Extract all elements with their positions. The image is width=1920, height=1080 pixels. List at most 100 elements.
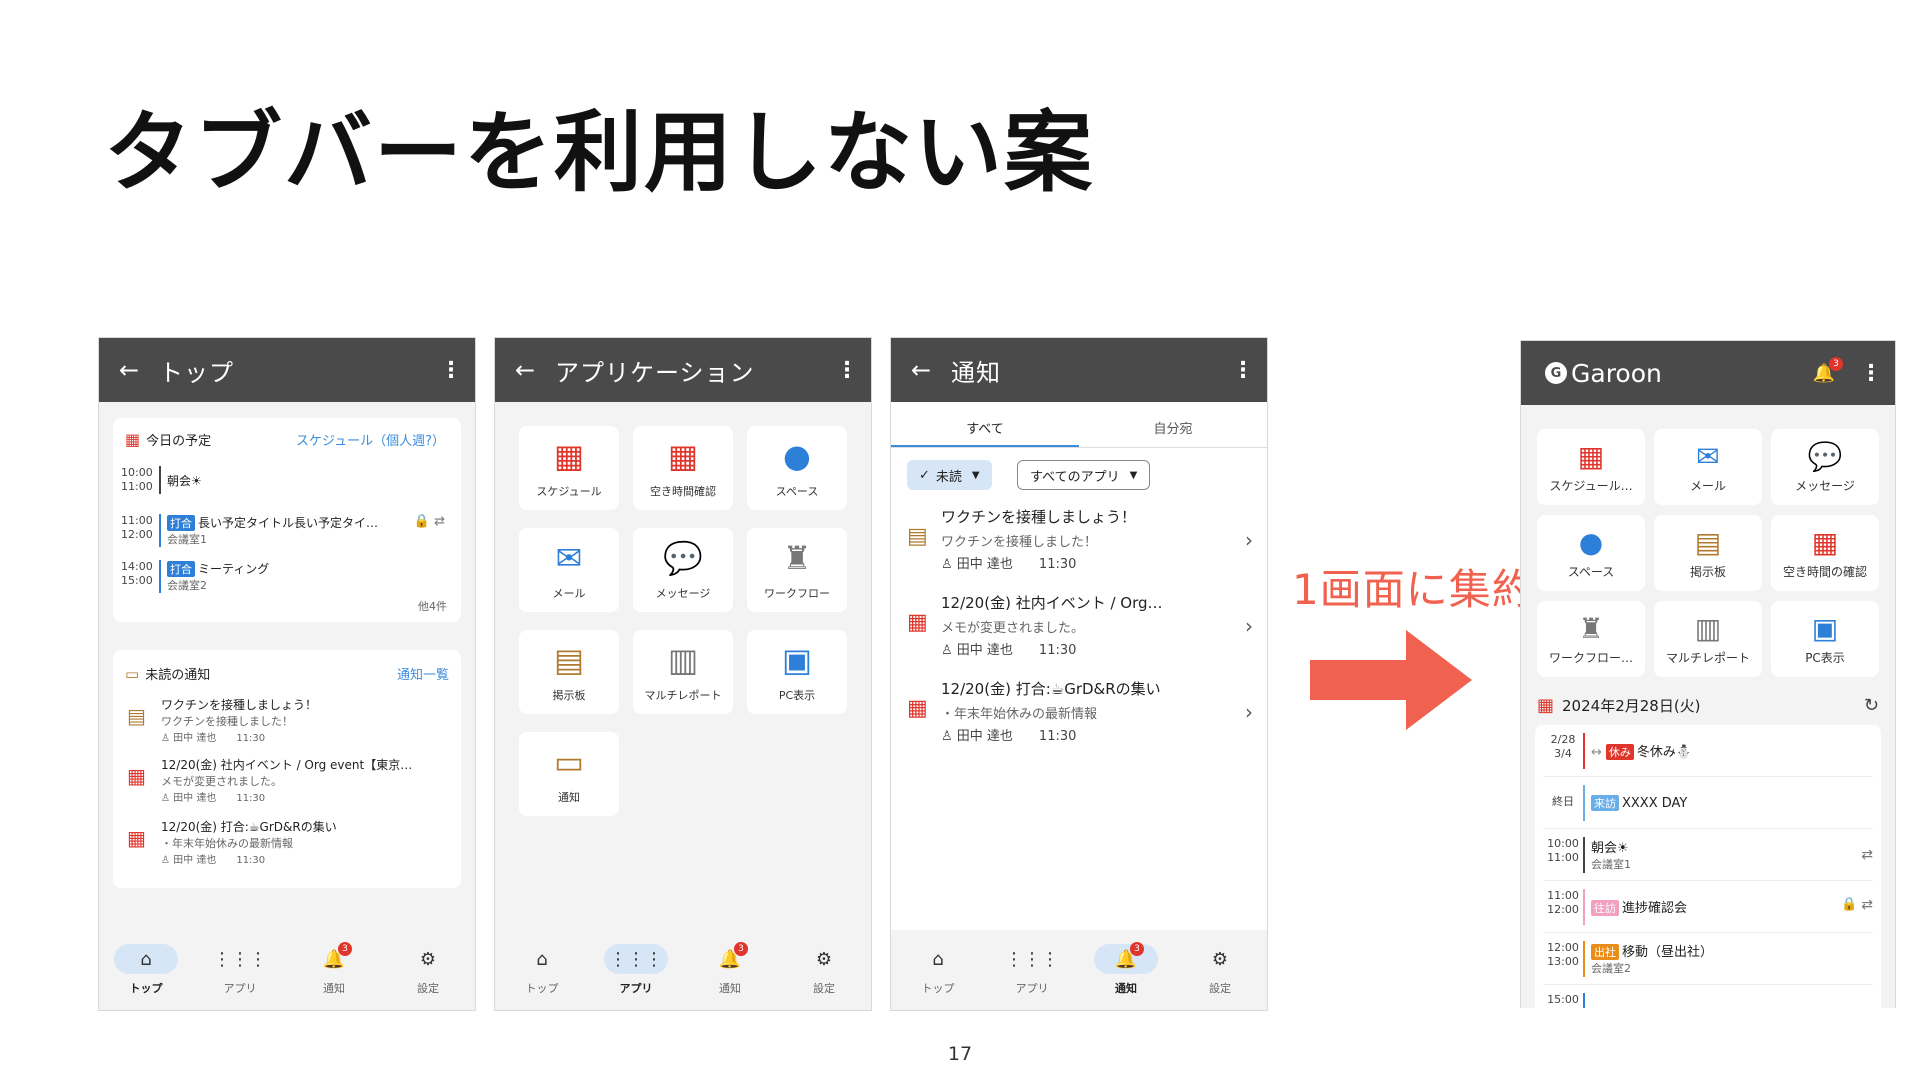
event-place: 会議室2 (167, 579, 207, 592)
more-menu-icon[interactable]: ⋮ (823, 358, 871, 383)
schedule-row[interactable]: 10:00 11:00 朝会☀ 会議室1 ⇄ (1543, 837, 1873, 881)
space-icon: ● (783, 437, 811, 475)
unread-title: 未読の通知 (145, 668, 211, 683)
bell-icon: 🔔 3 (302, 942, 366, 974)
notice-item[interactable]: ▤ ワクチンを接種しましょう！ ワクチンを接種しました！ ♙ 田中 達也 11:… (907, 506, 1253, 576)
screen-applications: ← アプリケーション ⋮ ▦ スケジュール ▦ 空き時間確認 ● スペース ✉ メール … (494, 337, 872, 1011)
nav-top[interactable]: ⌂ トップ (99, 930, 193, 1010)
filter-apps[interactable]: すべてのアプリ ▼ (1017, 460, 1151, 490)
nav-apps[interactable]: ⋮⋮⋮ アプリ (589, 930, 683, 1010)
more-menu-icon[interactable]: ⋮ (1847, 361, 1895, 386)
app-tile-notice[interactable]: ▭ 通知 (519, 732, 619, 816)
repeat-icon: ⇄ (1861, 897, 1873, 913)
app-tile-availability[interactable]: ▦ 空き時間の確認 (1771, 515, 1879, 591)
calendar-icon: ▦ (127, 826, 146, 850)
bulletin-icon: ▤ (553, 641, 585, 679)
schedule-row[interactable]: 2/28 3/4 ↔ 休み 冬休み⛄ (1543, 733, 1873, 777)
message-icon: 💬 (1807, 439, 1843, 473)
back-arrow-icon[interactable]: ← (495, 356, 555, 384)
calendar-icon: ▦ (907, 696, 928, 721)
today-schedule-card: ▦ 今日の予定 スケジュール（個人週?） 10:00 11:00 朝会☀ 11:0… (113, 418, 461, 622)
schedule-row[interactable]: 12:00 13:00 出社 移動（昼出社） 会議室2 (1543, 941, 1873, 985)
person-icon: ♙ (161, 855, 170, 866)
app-tile-workflow[interactable]: ♜ ワークフロー (747, 528, 847, 612)
more-menu-icon[interactable]: ⋮ (427, 358, 475, 383)
bell-icon[interactable]: 🔔 3 (1813, 356, 1843, 384)
app-tile-availability[interactable]: ▦ 空き時間確認 (633, 426, 733, 510)
notice-list-link[interactable]: 通知一覧 (397, 664, 449, 683)
lock-icon: 🔒 (1841, 897, 1858, 912)
app-tile-message[interactable]: 💬 メッセージ (633, 528, 733, 612)
nav-top[interactable]: ⌂ トップ (495, 930, 589, 1010)
schedule-link[interactable]: スケジュール（個人週?） (296, 430, 445, 449)
event-title: 冬休み⛄ (1636, 745, 1693, 760)
nav-settings[interactable]: ⚙ 設定 (381, 930, 475, 1010)
schedule-row[interactable]: 15:00 (1543, 993, 1873, 1008)
app-tile-workflow[interactable]: ♜ ワークフロー… (1537, 601, 1645, 677)
nav-notice[interactable]: 🔔 3 通知 (287, 930, 381, 1010)
bulletin-icon: ▤ (1694, 525, 1722, 559)
nav-top[interactable]: ⌂ トップ (891, 930, 985, 1010)
notice-item[interactable]: ▦ 12/20(金) 打合:☕GrD&Rの集い ・年末年始休みの最新情報 ♙ 田… (127, 818, 451, 866)
schedule-row[interactable]: 14:00 15:00 打合 ミーティング 会議室2 (121, 560, 445, 593)
filter-unread[interactable]: ✓ 未読 ▼ (907, 460, 992, 490)
app-bar-title: 通知 (951, 358, 1001, 387)
app-tile-multireport[interactable]: ▥ マルチレポート (1654, 601, 1762, 677)
refresh-icon[interactable]: ↻ (1864, 695, 1879, 716)
unread-notice-card: ▭ 未読の通知 通知一覧 ▤ ワクチンを接種しましょう！ ワクチンを接種しました… (113, 650, 461, 888)
app-tile-mail[interactable]: ✉ メール (519, 528, 619, 612)
app-tile-space[interactable]: ● スペース (747, 426, 847, 510)
grid-icon: ⋮⋮⋮ (213, 948, 267, 970)
app-bar: ← トップ ⋮ (99, 338, 475, 402)
notice-item[interactable]: ▦ 12/20(金) 打合:☕GrD&Rの集い ・年末年始休みの最新情報 ♙ 田… (907, 678, 1253, 748)
back-arrow-icon[interactable]: ← (99, 356, 159, 384)
chevron-right-icon: › (1245, 700, 1253, 724)
schedule-row[interactable]: 11:00 12:00 打合 長い予定タイトル長い予定タイ… 会議室1 🔒 ⇄ (121, 514, 445, 547)
nav-notice[interactable]: 🔔 3 通知 (683, 930, 777, 1010)
tab-all[interactable]: すべて (891, 402, 1079, 447)
nav-settings[interactable]: ⚙ 設定 (1173, 930, 1267, 1010)
nav-apps[interactable]: ⋮⋮⋮ アプリ (985, 930, 1079, 1010)
notice-item[interactable]: ▤ ワクチンを接種しましょう！ ワクチンを接種しました！ ♙ 田中 達也 11:… (127, 696, 451, 744)
more-menu-icon[interactable]: ⋮ (1219, 358, 1267, 383)
app-bar: ← 通知 ⋮ (891, 338, 1267, 402)
notice-item[interactable]: ▦ 12/20(金) 社内イベント / Org event【東京… メモが変更さ… (127, 756, 451, 804)
notice-item[interactable]: ▦ 12/20(金) 社内イベント / Org… メモが変更されました。 ♙ 田… (907, 592, 1253, 662)
schedule-row[interactable]: 終日 来訪 XXXX DAY (1543, 785, 1873, 829)
app-bar: ← アプリケーション ⋮ (495, 338, 871, 402)
app-bar: G Garoon 🔔 3 ⋮ (1521, 341, 1895, 405)
schedule-row[interactable]: 11:00 12:00 往訪 進捗確認会 🔒 ⇄ (1543, 889, 1873, 933)
nav-apps[interactable]: ⋮⋮⋮ アプリ (193, 930, 287, 1010)
app-tile-mail[interactable]: ✉ メール (1654, 429, 1762, 505)
schedule-list: 2/28 3/4 ↔ 休み 冬休み⛄ 終日 来訪 XXXX DAY 10:00 11:00… (1535, 725, 1881, 1008)
app-tile-pc-view[interactable]: ▣ PC表示 (747, 630, 847, 714)
back-arrow-icon[interactable]: ← (891, 356, 951, 384)
app-tile-message[interactable]: 💬 メッセージ (1771, 429, 1879, 505)
nav-notice[interactable]: 🔔 3 通知 (1079, 930, 1173, 1010)
garoon-logo-icon: G (1545, 362, 1567, 384)
pc-view-icon: ▣ (781, 641, 813, 679)
schedule-row[interactable]: 10:00 11:00 朝会☀ (121, 466, 445, 494)
event-title: 進捗確認会 (1622, 901, 1688, 916)
app-tile-multireport[interactable]: ▥ マルチレポート (633, 630, 733, 714)
person-icon: ♙ (161, 733, 170, 744)
app-tile-space[interactable]: ● スペース (1537, 515, 1645, 591)
bottom-nav: ⌂ トップ ⋮⋮⋮ アプリ 🔔 3 通知 ⚙ 設定 (891, 930, 1267, 1010)
person-icon: ♙ (941, 557, 953, 572)
report-icon: ▥ (1694, 611, 1722, 645)
repeat-icon: ⇄ (434, 514, 445, 529)
home-icon: ⌂ (114, 944, 178, 974)
event-title: 長い予定タイトル長い予定タイ… (198, 516, 379, 530)
more-count[interactable]: 他4件 (418, 598, 447, 614)
nav-settings[interactable]: ⚙ 設定 (777, 930, 871, 1010)
lock-icon: 🔒 (413, 514, 431, 529)
event-title: ミーティング (198, 562, 270, 576)
app-tile-bulletin[interactable]: ▤ 掲示板 (1654, 515, 1762, 591)
app-tile-schedule[interactable]: ▦ スケジュール… (1537, 429, 1645, 505)
tab-mine[interactable]: 自分宛 (1079, 402, 1267, 447)
app-tile-pc-view[interactable]: ▣ PC表示 (1771, 601, 1879, 677)
stamp-icon: ♜ (782, 539, 812, 577)
app-tile-bulletin[interactable]: ▤ 掲示板 (519, 630, 619, 714)
chevron-right-icon: › (1245, 614, 1253, 638)
app-tile-schedule[interactable]: ▦ スケジュール (519, 426, 619, 510)
